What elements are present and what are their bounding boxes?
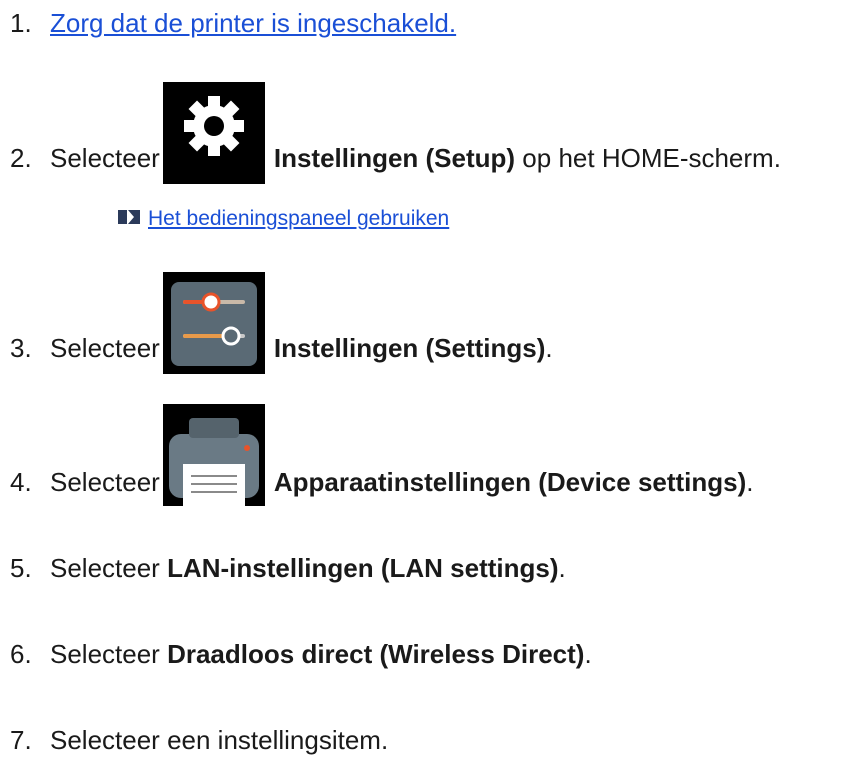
step-text-suffix: .: [558, 553, 566, 583]
step-text-suffix: .: [584, 639, 592, 669]
manual-page: { "steps": [ {"num": "1.", "link_text": …: [0, 0, 856, 760]
step-7: 7. Selecteer een instellingsitem.: [0, 725, 388, 755]
step-number: 2.: [10, 143, 32, 173]
step-number: 7.: [10, 725, 32, 755]
step-text-suffix: .: [746, 467, 754, 497]
step-text: Selecteer: [50, 553, 168, 583]
step-1: 1. Zorg dat de printer is ingeschakeld.: [0, 8, 456, 38]
menu-item-setup: Instellingen (Setup): [273, 143, 516, 173]
step-3: 3. Selecteer Instellingen (Settings).: [0, 333, 553, 363]
menu-item-device-settings: Apparaatinstellingen (Device settings): [273, 467, 747, 497]
step-2: 2. Selecteer Instellingen (Setup) op het H…: [0, 143, 781, 173]
step-text: Selecteer: [50, 333, 160, 363]
sub-link-row: Het bedieningspaneel gebruiken: [118, 206, 449, 232]
step-5: 5. Selecteer LAN-instellingen (LAN settin…: [0, 553, 566, 583]
step-4: 4. Selecteer Apparaatinstellingen (Device …: [0, 467, 754, 497]
arrow-link-icon: [118, 205, 140, 231]
menu-item-wireless-direct: Draadloos direct (Wireless Direct): [167, 639, 585, 669]
step-number: 5.: [10, 553, 32, 583]
step-text: Selecteer: [50, 143, 160, 173]
menu-item-settings: Instellingen (Settings): [273, 333, 546, 363]
step-text: Selecteer een instellingsitem.: [50, 725, 389, 755]
step-text-suffix: op het HOME-scherm.: [515, 143, 781, 173]
step-number: 1.: [10, 8, 32, 38]
step-text: Selecteer: [50, 467, 160, 497]
step-number: 3.: [10, 333, 32, 363]
step-number: 6.: [10, 639, 32, 669]
menu-item-lan-settings: LAN-instellingen (LAN settings): [167, 553, 559, 583]
control-panel-link[interactable]: Het bedieningspaneel gebruiken: [148, 207, 449, 230]
step-6: 6. Selecteer Draadloos direct (Wireless D…: [0, 639, 592, 669]
step-text-suffix: .: [545, 333, 553, 363]
step-number: 4.: [10, 467, 32, 497]
printer-on-link[interactable]: Zorg dat de printer is ingeschakeld.: [50, 8, 456, 38]
step-text: Selecteer: [50, 639, 168, 669]
